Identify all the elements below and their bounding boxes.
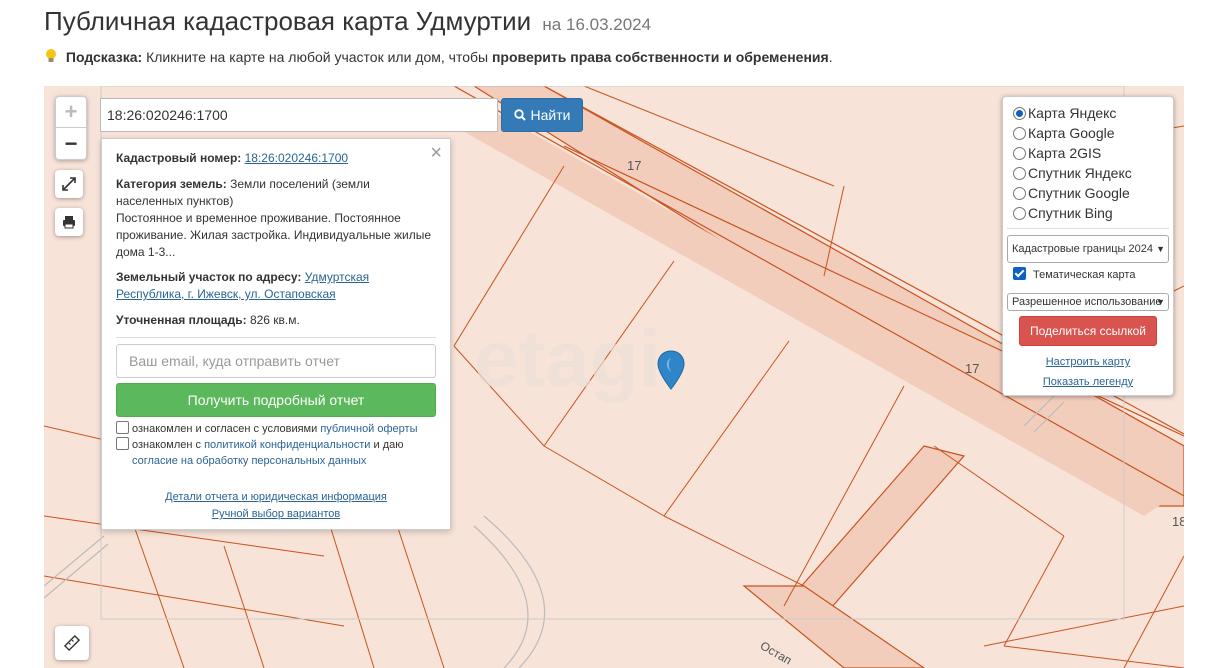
address-label: Земельный участок по адресу: — [116, 270, 302, 284]
hint-end: . — [828, 49, 833, 65]
thematic-map-toggle[interactable]: Тематическая карта — [1013, 267, 1135, 281]
parcel-info-popup: × Кадастровый номер: 18:26:020246:1700 К… — [101, 138, 451, 530]
map-label-18: 18 — [1172, 514, 1184, 529]
get-report-button[interactable]: Получить подробный отчет — [116, 383, 436, 417]
usage-text: Постоянное и временное проживание. Посто… — [116, 211, 432, 259]
land-category-label: Категория земель: — [116, 177, 227, 191]
cadastral-number-label: Кадастровый номер: — [116, 151, 242, 165]
ruler-button[interactable] — [55, 626, 89, 660]
layer-yandex-map[interactable]: Карта Яндекс — [1013, 103, 1116, 123]
share-link-button[interactable]: Поделиться ссылкой — [1019, 316, 1157, 346]
ruler-icon — [63, 634, 81, 652]
hint-label: Подсказка: — [65, 49, 143, 65]
layer-label: Спутник Google — [1028, 185, 1130, 201]
layer-label: Спутник Bing — [1028, 205, 1113, 221]
privacy-consent-mid: и даю — [370, 439, 404, 451]
privacy-consent-checkbox[interactable] — [116, 437, 129, 450]
thematic-map-label: Тематическая карта — [1033, 269, 1136, 281]
radio-button[interactable] — [1013, 167, 1026, 180]
lightbulb-icon — [46, 49, 56, 62]
report-details-link[interactable]: Детали отчета и юридическая информация — [165, 491, 387, 503]
email-field[interactable]: Ваш email, куда отправить отчет — [116, 344, 436, 378]
cadastral-number-link[interactable]: 18:26:020246:1700 — [245, 151, 348, 165]
print-button[interactable] — [55, 208, 83, 236]
show-legend-link[interactable]: Показать легенду — [1003, 376, 1173, 388]
area-row: Уточненная площадь: 826 кв.м. — [116, 312, 434, 329]
boundaries-select[interactable]: Кадастровые границы 2024 ▼ — [1007, 235, 1169, 263]
usage-select-value: Разрешенное использование — [1012, 296, 1162, 308]
layer-label: Карта Яндекс — [1028, 105, 1117, 121]
zoom-control: + − — [55, 96, 87, 160]
area-value: 826 кв.м. — [249, 313, 300, 327]
data-processing-link[interactable]: согласие на обработку персональных данны… — [132, 455, 366, 467]
radio-button[interactable] — [1013, 187, 1026, 200]
usage-select[interactable]: Разрешенное использование ▼ — [1007, 293, 1169, 311]
map-label-17a: 17 — [627, 158, 642, 173]
thematic-map-checkbox[interactable] — [1013, 267, 1026, 280]
layers-divider — [1007, 228, 1169, 229]
zoom-in-button[interactable]: + — [56, 97, 86, 128]
layer-label: Карта 2GIS — [1028, 145, 1102, 161]
location-marker-icon[interactable] — [657, 350, 685, 390]
details-link-row: Детали отчета и юридическая информация — [102, 491, 450, 503]
offer-consent-text: ознакомлен и согласен с условиями — [132, 423, 321, 435]
find-button-label: Найти — [530, 107, 571, 123]
manual-selection-link[interactable]: Ручной выбор вариантов — [212, 508, 340, 520]
layer-google-map[interactable]: Карта Google — [1013, 123, 1115, 143]
layer-2gis-map[interactable]: Карта 2GIS — [1013, 143, 1101, 163]
privacy-policy-link[interactable]: политикой конфиденциальности — [204, 439, 370, 451]
page-title-date: на 16.03.2024 — [542, 15, 652, 34]
layer-google-satellite[interactable]: Спутник Google — [1013, 183, 1130, 203]
page-title-text: Публичная кадастровая карта Удмуртии — [44, 6, 532, 36]
chevron-down-icon: ▼ — [1156, 297, 1165, 307]
hint-bold: проверить права собственности и обремене… — [491, 49, 829, 65]
layer-label: Спутник Яндекс — [1028, 165, 1132, 181]
layer-bing-satellite[interactable]: Спутник Bing — [1013, 203, 1113, 223]
manual-select-row: Ручной выбор вариантов — [102, 508, 450, 520]
privacy-consent-text: ознакомлен с — [132, 439, 205, 451]
address-row: Земельный участок по адресу: Удмуртская … — [116, 269, 434, 303]
find-button[interactable]: Найти — [501, 98, 583, 132]
land-category-row: Категория земель: Земли поселений (земли… — [116, 176, 434, 210]
cadastral-search-input[interactable]: 18:26:020246:1700 — [100, 98, 498, 132]
radio-button[interactable] — [1013, 107, 1026, 120]
layer-yandex-satellite[interactable]: Спутник Яндекс — [1013, 163, 1132, 183]
fullscreen-button[interactable] — [55, 170, 83, 198]
layer-label: Карта Google — [1028, 125, 1115, 141]
popup-divider — [116, 337, 436, 338]
configure-map-link[interactable]: Настроить карту — [1003, 356, 1173, 368]
offer-consent-checkbox[interactable] — [116, 421, 129, 434]
cadastral-number-row: Кадастровый номер: 18:26:020246:1700 — [116, 150, 434, 167]
expand-icon — [62, 177, 76, 191]
zoom-out-button[interactable]: − — [56, 128, 86, 159]
area-label: Уточненная площадь: — [116, 313, 247, 327]
boundaries-select-value: Кадастровые границы 2024 — [1012, 243, 1153, 255]
printer-icon — [63, 216, 75, 229]
hint-text: Кликните на карте на любой участок или д… — [142, 49, 492, 65]
svg-text:etagi: etagi — [474, 314, 661, 403]
chevron-down-icon: ▼ — [1156, 244, 1165, 254]
map-canvas[interactable]: etagi 17 17 18 Остап + − 18:26:020246:17… — [44, 86, 1184, 668]
hint: Подсказка: Кликните на карте на любой уч… — [44, 48, 833, 65]
search-icon — [513, 109, 526, 121]
public-offer-link[interactable]: публичной оферты — [320, 423, 417, 435]
offer-consent-row: ознакомлен и согласен с условиями публич… — [116, 421, 418, 437]
data-processing-row: согласие на обработку персональных данны… — [132, 453, 366, 469]
page-title: Публичная кадастровая карта Удмуртии на … — [44, 6, 651, 37]
radio-button[interactable] — [1013, 207, 1026, 220]
map-label-17b: 17 — [965, 361, 980, 376]
privacy-consent-row: ознакомлен с политикой конфиденциальност… — [116, 437, 403, 453]
radio-button[interactable] — [1013, 127, 1026, 140]
radio-button[interactable] — [1013, 147, 1026, 160]
map-layers-panel: Карта Яндекс Карта Google Карта 2GIS Спу… — [1002, 96, 1174, 396]
